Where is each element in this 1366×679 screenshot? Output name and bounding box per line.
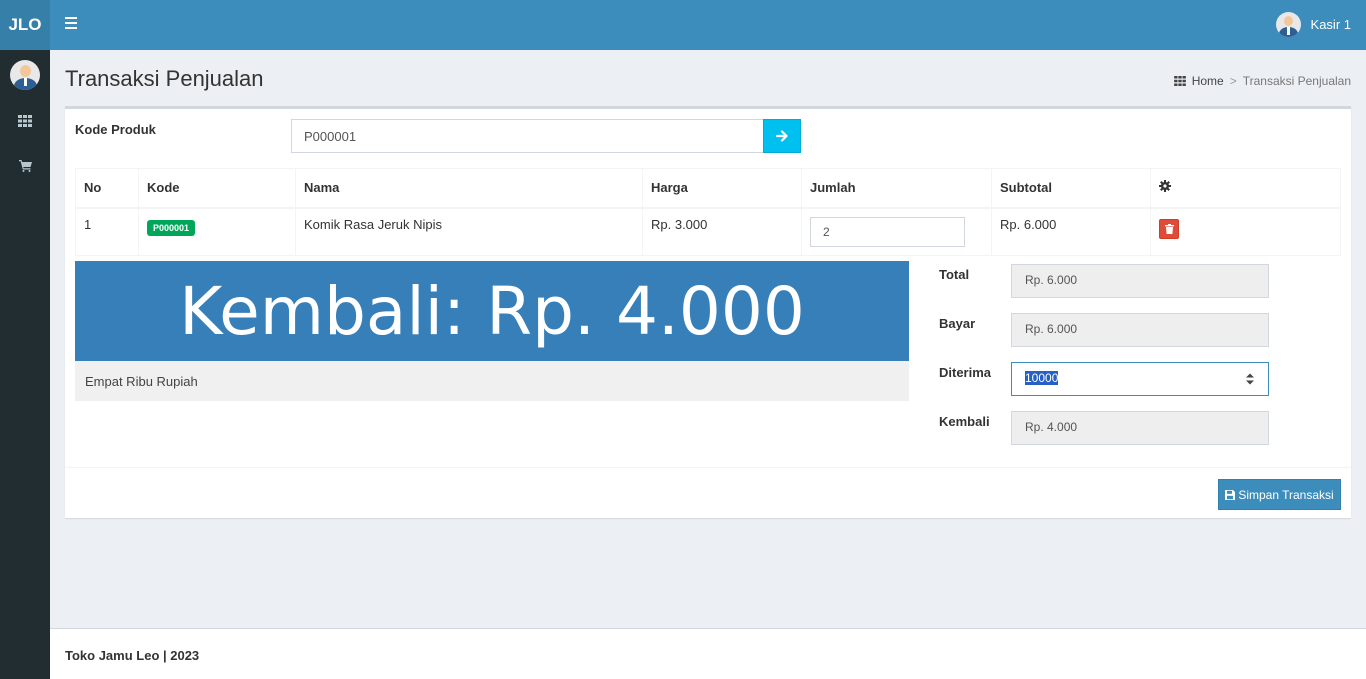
footer-text: Toko Jamu Leo | 2023 bbox=[65, 648, 200, 663]
breadcrumb: Home > Transaksi Penjualan bbox=[1173, 74, 1351, 88]
floppy-disk-icon bbox=[1225, 489, 1236, 500]
delete-item-button[interactable] bbox=[1159, 218, 1179, 239]
menu-toggle-icon[interactable] bbox=[65, 17, 77, 33]
cell-jumlah bbox=[801, 207, 992, 256]
table-header-row: No Kode Nama Harga Jumlah Subtotal bbox=[75, 168, 1341, 209]
save-transaction-label: Simpan Transaksi bbox=[1238, 487, 1334, 502]
quantity-input[interactable] bbox=[810, 216, 965, 247]
breadcrumb-separator: > bbox=[1229, 74, 1237, 88]
breadcrumb-current: Transaksi Penjualan bbox=[1242, 74, 1351, 88]
col-header-harga: Harga bbox=[642, 168, 802, 209]
table-row: 1 P000001 Komik Rasa Jeruk Nipis Rp. 3.0… bbox=[75, 207, 1341, 256]
kembali-field: Rp. 4.000 bbox=[1011, 411, 1269, 445]
trash-icon bbox=[1164, 223, 1174, 234]
page-footer: Toko Jamu Leo | 2023 bbox=[50, 628, 1366, 679]
cell-subtotal: Rp. 6.000 bbox=[991, 207, 1151, 256]
cart-table: No Kode Nama Harga Jumlah Subtotal 1 P00… bbox=[75, 168, 1341, 256]
product-code-badge: P000001 bbox=[147, 219, 196, 236]
page-title: Transaksi Penjualan bbox=[65, 66, 264, 91]
arrow-right-icon bbox=[776, 130, 788, 142]
change-in-words: Empat Ribu Rupiah bbox=[75, 361, 909, 401]
bayar-field: Rp. 6.000 bbox=[1011, 313, 1269, 347]
transaction-box: Kode Produk No Kode Nama Harga Jumlah Su… bbox=[65, 106, 1351, 518]
kode-produk-label: Kode Produk bbox=[75, 122, 156, 137]
diterima-label: Diterima bbox=[939, 365, 992, 380]
bayar-label: Bayar bbox=[939, 316, 976, 331]
sidebar-avatar bbox=[10, 60, 40, 90]
cart-icon[interactable] bbox=[0, 151, 50, 181]
kembali-label: Kembali bbox=[939, 414, 990, 429]
top-navbar: Kasir 1 bbox=[50, 0, 1366, 50]
diterima-value: 10000 bbox=[1025, 371, 1059, 385]
breadcrumb-home[interactable]: Home bbox=[1192, 74, 1224, 88]
col-header-jumlah: Jumlah bbox=[801, 168, 992, 209]
col-header-nama: Nama bbox=[295, 168, 643, 209]
kode-produk-input[interactable] bbox=[291, 119, 764, 153]
number-spinner-icon[interactable] bbox=[1246, 372, 1254, 386]
sidebar bbox=[0, 50, 50, 679]
change-display: Kembali: Rp. 4.000 bbox=[75, 261, 909, 361]
box-footer-divider bbox=[65, 467, 1351, 468]
save-transaction-button[interactable]: Simpan Transaksi bbox=[1218, 479, 1341, 510]
cell-action bbox=[1150, 207, 1341, 256]
diterima-input[interactable]: 10000 bbox=[1011, 362, 1269, 396]
col-header-no: No bbox=[75, 168, 139, 209]
col-header-kode: Kode bbox=[138, 168, 296, 209]
cell-harga: Rp. 3.000 bbox=[642, 207, 802, 256]
col-header-subtotal: Subtotal bbox=[991, 168, 1151, 209]
total-field: Rp. 6.000 bbox=[1011, 264, 1269, 298]
user-name: Kasir 1 bbox=[1310, 17, 1351, 32]
cell-nama: Komik Rasa Jeruk Nipis bbox=[295, 207, 643, 256]
col-header-action bbox=[1150, 168, 1341, 209]
cell-no: 1 bbox=[75, 207, 139, 256]
cell-kode: P000001 bbox=[138, 207, 296, 256]
dashboard-grid-icon[interactable] bbox=[0, 106, 50, 136]
user-menu[interactable]: Kasir 1 bbox=[1275, 12, 1351, 37]
total-label: Total bbox=[939, 267, 970, 282]
user-avatar bbox=[1275, 12, 1301, 37]
add-product-button[interactable] bbox=[763, 119, 801, 153]
app-logo[interactable]: JLO bbox=[0, 0, 50, 50]
gear-icon bbox=[1159, 180, 1171, 193]
dashboard-grid-icon bbox=[1173, 76, 1186, 86]
